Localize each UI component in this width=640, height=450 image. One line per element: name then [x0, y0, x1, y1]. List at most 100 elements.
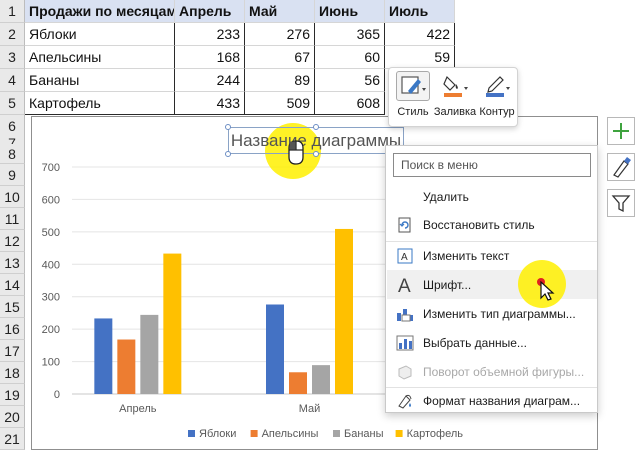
row-header[interactable]: 11	[0, 208, 25, 230]
row-header[interactable]: 2	[0, 23, 25, 46]
row-header[interactable]: 12	[0, 230, 25, 252]
row-header[interactable]: 20	[0, 406, 25, 428]
y-tick-label: 600	[42, 194, 60, 206]
table-cell[interactable]: 608	[315, 92, 385, 115]
row-header[interactable]: 16	[0, 318, 25, 340]
svg-text:A: A	[398, 276, 411, 295]
menu-item-format-title[interactable]: Формат названия диаграм...	[387, 386, 597, 415]
outline-label: Контур	[479, 106, 515, 118]
menu-item-reset-style[interactable]: Восстановить стиль	[387, 210, 597, 239]
row-header[interactable]: 13	[0, 252, 25, 274]
resize-handle[interactable]	[313, 124, 319, 130]
row-header[interactable]: 5	[0, 92, 25, 115]
fill-label: Заливка	[433, 106, 477, 118]
chart-elements-button[interactable]	[607, 117, 635, 145]
chart-filters-button[interactable]	[607, 189, 635, 217]
bar-1	[94, 318, 113, 394]
table-cell[interactable]: Апельсины	[25, 46, 175, 69]
table-cell[interactable]: 509	[245, 92, 315, 115]
row-header[interactable]: 15	[0, 296, 25, 318]
mouse-cursor-icon	[288, 140, 304, 165]
row-header[interactable]: 9	[0, 164, 25, 186]
y-tick-label: 0	[54, 389, 60, 401]
table-cell[interactable]: 89	[245, 69, 315, 92]
menu-item-label: Удалить	[423, 189, 469, 204]
mini-toolbar: Стиль Заливка Контур	[388, 67, 518, 127]
row-header[interactable]: 21	[0, 428, 25, 450]
row-header[interactable]: 1	[0, 0, 25, 23]
table-cell[interactable]: 168	[175, 46, 245, 69]
outline-button[interactable]: Контур	[477, 71, 517, 125]
select-data-icon	[387, 335, 423, 351]
table-cell[interactable]: Яблоки	[25, 23, 175, 46]
3d-rotation-icon	[387, 364, 423, 380]
table-cell[interactable]: 422	[385, 23, 455, 46]
row-header[interactable]: 3	[0, 46, 25, 69]
table-cell[interactable]: 59	[385, 46, 455, 69]
bar-4	[335, 228, 353, 394]
table-cell[interactable]: 244	[175, 69, 245, 92]
row-header[interactable]: 19	[0, 384, 25, 406]
font-icon: A	[387, 275, 423, 295]
row-header[interactable]: 18	[0, 362, 25, 384]
chart-title[interactable]: Название диаграммы	[228, 127, 404, 154]
y-tick-label: 700	[42, 162, 60, 174]
legend-swatch	[395, 430, 403, 437]
table-cell[interactable]: 433	[175, 92, 245, 115]
reset-style-icon	[387, 217, 423, 233]
table-header-cell[interactable]: Май	[245, 0, 315, 23]
menu-item-label: Шрифт...	[423, 277, 472, 292]
fill-button[interactable]: Заливка	[433, 71, 477, 125]
resize-handle[interactable]	[313, 151, 319, 157]
row-header[interactable]: 8	[0, 144, 25, 164]
menu-item-delete[interactable]: Удалить	[387, 182, 597, 211]
y-tick-label: 200	[42, 324, 60, 336]
table-header-cell[interactable]: Продажи по месяцам	[25, 0, 175, 23]
chart-elements-icon	[613, 123, 629, 139]
chart-type-icon	[387, 306, 423, 322]
row-header[interactable]: 4	[0, 69, 25, 92]
table-cell[interactable]: 67	[245, 46, 315, 69]
chart-style-icon	[396, 71, 430, 101]
row-header[interactable]: 14	[0, 274, 25, 296]
resize-handle[interactable]	[225, 124, 231, 130]
row-header[interactable]: 17	[0, 340, 25, 362]
table-cell[interactable]: Бананы	[25, 69, 175, 92]
style-button[interactable]: Стиль	[393, 71, 433, 125]
table-header-cell[interactable]: Июль	[385, 0, 455, 23]
format-title-icon	[387, 392, 423, 410]
chart-styles-button[interactable]	[607, 153, 635, 181]
bar-3	[140, 314, 159, 394]
chart-styles-icon	[613, 157, 631, 178]
legend-swatch	[333, 430, 340, 437]
menu-item-edit-text[interactable]: A Изменить текст	[387, 241, 597, 270]
menu-item-3d-rotation: Поворот объемной фигуры...	[387, 357, 597, 386]
bar-3	[312, 365, 330, 394]
context-menu: Поиск в меню Удалить Восстановить стиль …	[385, 145, 598, 413]
table-cell[interactable]: 233	[175, 23, 245, 46]
x-tick-label: Май	[299, 403, 321, 415]
table-cell[interactable]: 60	[315, 46, 385, 69]
resize-handle[interactable]	[225, 151, 231, 157]
menu-search-input[interactable]: Поиск в меню	[393, 153, 591, 177]
table-cell[interactable]: 276	[245, 23, 315, 46]
bar-2	[117, 339, 136, 394]
menu-item-label: Выбрать данные...	[423, 335, 527, 350]
legend-swatch	[250, 430, 258, 437]
row-header[interactable]: 10	[0, 186, 25, 208]
paint-bucket-icon	[438, 71, 472, 101]
y-tick-label: 400	[42, 259, 60, 271]
table-header-cell[interactable]: Июнь	[315, 0, 385, 23]
table-cell[interactable]: 365	[315, 23, 385, 46]
style-label: Стиль	[397, 106, 429, 118]
y-tick-label: 500	[42, 227, 60, 239]
table-header-cell[interactable]: Апрель	[175, 0, 245, 23]
table-cell[interactable]: Картофель	[25, 92, 175, 115]
bar-4	[163, 253, 182, 394]
table-cell[interactable]: 56	[315, 69, 385, 92]
menu-item-change-chart-type[interactable]: Изменить тип диаграммы...	[387, 299, 597, 328]
menu-item-select-data[interactable]: Выбрать данные...	[387, 328, 597, 357]
menu-item-label: Изменить текст	[423, 248, 510, 263]
svg-text:A: A	[401, 252, 408, 263]
chart-filters-icon	[611, 195, 631, 213]
